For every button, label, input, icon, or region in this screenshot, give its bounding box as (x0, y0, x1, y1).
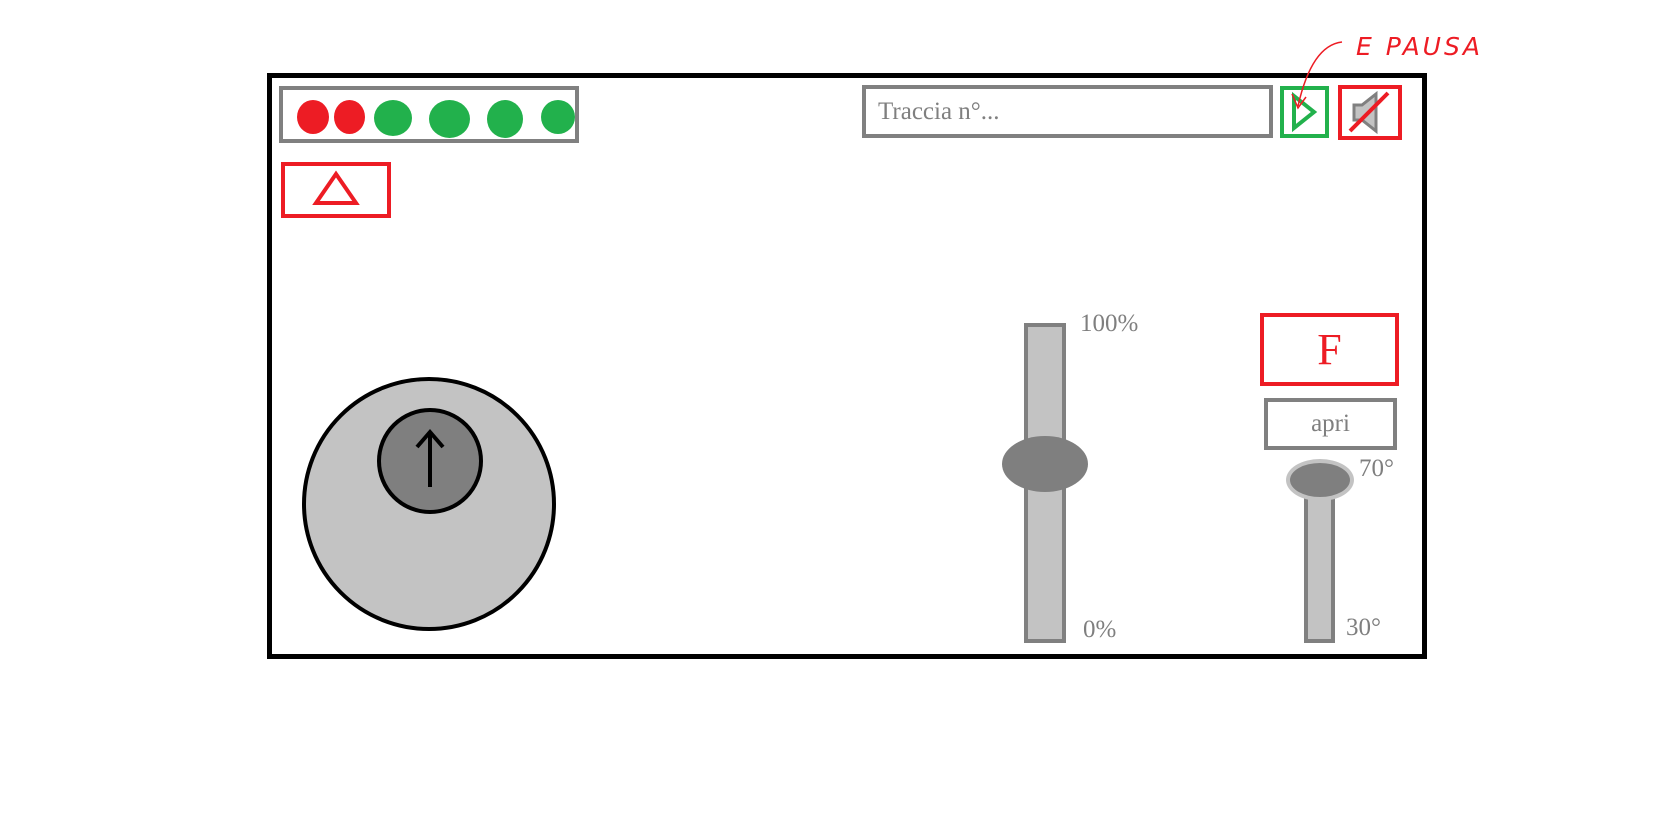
status-light-3 (374, 100, 412, 136)
angle-max-label: 70° (1359, 455, 1394, 482)
throttle-min-label: 0% (1083, 616, 1117, 643)
track-number-input[interactable] (862, 85, 1273, 138)
status-light-6 (541, 100, 575, 134)
joystick[interactable] (300, 375, 558, 633)
status-light-2 (334, 100, 365, 134)
warning-triangle-icon (312, 170, 360, 205)
throttle-max-label: 100% (1080, 310, 1139, 337)
joystick-base (302, 377, 556, 631)
status-light-5 (487, 100, 523, 138)
f-button[interactable]: F (1260, 313, 1399, 386)
status-light-1 (297, 100, 329, 134)
status-light-4 (429, 100, 470, 138)
pause-annotation: E PAUSA (1356, 32, 1483, 61)
open-button[interactable]: apri (1264, 398, 1397, 450)
angle-slider-thumb[interactable] (1286, 459, 1354, 502)
status-lights-panel (279, 86, 579, 143)
angle-min-label: 30° (1346, 614, 1381, 641)
throttle-slider-thumb[interactable] (1002, 435, 1088, 492)
hazard-button[interactable] (281, 162, 391, 218)
